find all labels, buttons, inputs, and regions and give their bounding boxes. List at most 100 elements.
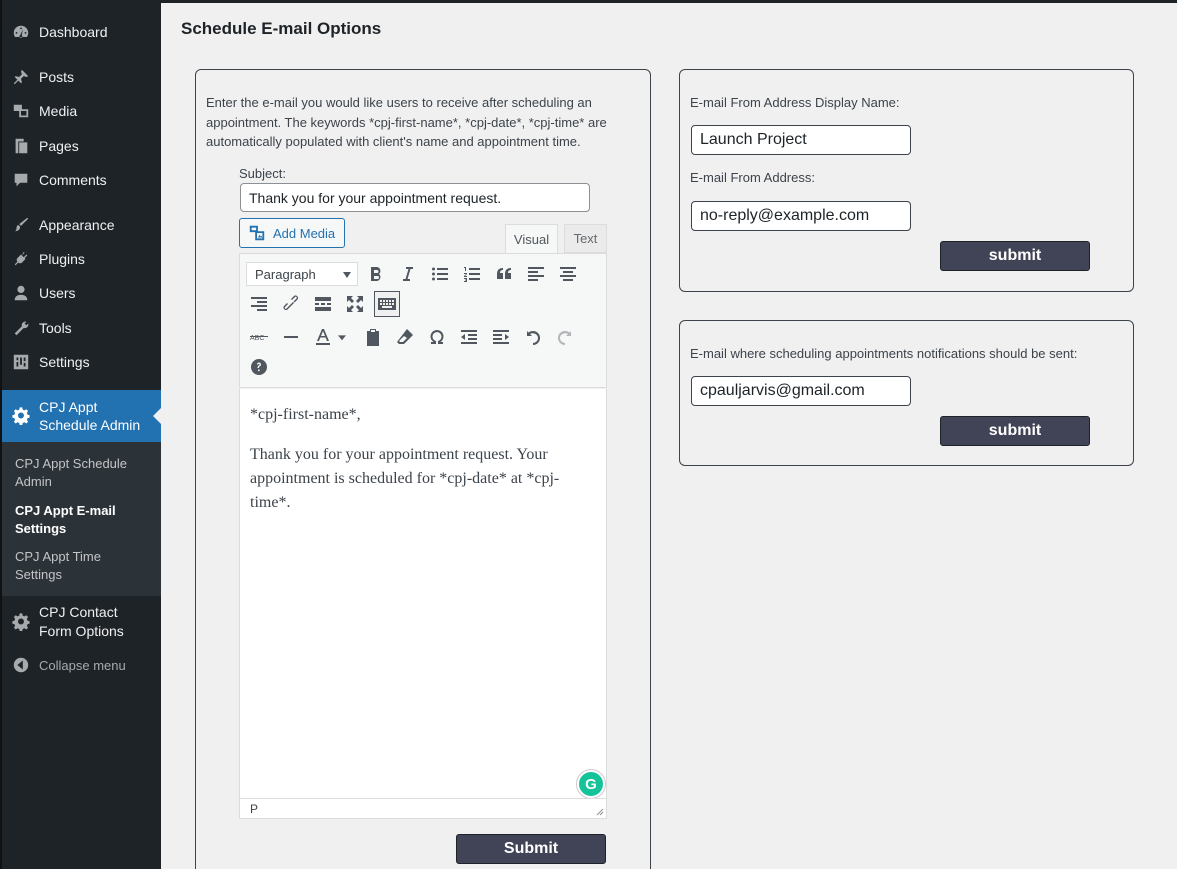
- blockquote-button[interactable]: [491, 261, 517, 287]
- sidebar-item-plugins[interactable]: Plugins: [2, 242, 161, 276]
- from-address-submit-button[interactable]: submit: [940, 241, 1090, 271]
- numbered-list-button[interactable]: [459, 261, 485, 287]
- indent-button[interactable]: [488, 324, 514, 350]
- format-select-value: Paragraph: [255, 266, 316, 282]
- sidebar-item-comments[interactable]: Comments: [2, 163, 161, 197]
- submenu-label-line1: CPJ Appt Time: [15, 549, 101, 564]
- sidebar-item-dashboard[interactable]: Dashboard: [2, 15, 161, 49]
- keyboard-icon: [378, 298, 396, 310]
- element-path[interactable]: P: [250, 802, 258, 816]
- numbered-list-icon: [464, 267, 480, 282]
- editor-paragraph-body: Thank you for your appointment request. …: [250, 446, 560, 511]
- editor-paragraph-greeting: *cpj-first-name*,: [250, 406, 361, 423]
- insert-link-button[interactable]: [278, 291, 304, 317]
- editor-content[interactable]: *cpj-first-name*, Thank you for your app…: [239, 389, 607, 799]
- sidebar-item-label: Tools: [39, 320, 72, 336]
- redo-button[interactable]: [552, 324, 578, 350]
- subject-input[interactable]: [240, 183, 590, 212]
- page-title: Schedule E-mail Options: [181, 19, 382, 38]
- outdent-button[interactable]: [456, 324, 482, 350]
- plugin-icon: [12, 250, 30, 268]
- align-left-button[interactable]: [523, 261, 549, 287]
- paste-text-button[interactable]: [360, 324, 386, 350]
- sidebar-item-appearance[interactable]: Appearance: [2, 208, 161, 242]
- text-color-button[interactable]: [310, 324, 336, 350]
- notification-email-label: E-mail where scheduling appointments not…: [690, 346, 1078, 361]
- sidebar-item-tools[interactable]: Tools: [2, 311, 161, 345]
- sidebar-item-pages[interactable]: Pages: [2, 129, 161, 163]
- quote-icon: [497, 268, 511, 279]
- grammarly-button[interactable]: G: [577, 770, 605, 798]
- bold-button[interactable]: [363, 261, 389, 287]
- align-right-icon: [251, 297, 267, 311]
- undo-button[interactable]: [520, 324, 546, 350]
- clear-formatting-button[interactable]: [392, 324, 418, 350]
- submenu-item-schedule-admin[interactable]: CPJ Appt Schedule Admin: [15, 455, 155, 491]
- clipboard-icon: [367, 329, 379, 346]
- omega-icon: [430, 329, 444, 344]
- sidebar-item-cpj-appt-schedule-admin[interactable]: CPJ Appt Schedule Admin: [2, 390, 161, 442]
- strikethrough-button[interactable]: ABC: [246, 324, 272, 350]
- resize-handle-icon[interactable]: [596, 808, 604, 816]
- align-right-button[interactable]: [246, 291, 272, 317]
- text-color-icon: [316, 329, 330, 345]
- submenu-label-line2: Settings: [15, 567, 62, 582]
- collapse-menu-button[interactable]: Collapse menu: [2, 648, 161, 682]
- format-select[interactable]: Paragraph: [246, 262, 358, 286]
- undo-icon: [527, 331, 540, 345]
- horizontal-line-button[interactable]: [278, 324, 304, 350]
- sidebar-item-label-line1: CPJ Appt: [39, 399, 98, 415]
- from-address-label: E-mail From Address:: [690, 170, 815, 185]
- notification-email-submit-button[interactable]: submit: [940, 416, 1090, 446]
- sidebar-item-posts[interactable]: Posts: [2, 60, 161, 94]
- sidebar-item-label: Pages: [39, 138, 79, 154]
- gear-icon: [12, 407, 30, 425]
- sidebar-item-label: Users: [39, 285, 76, 301]
- strikethrough-icon: ABC: [250, 335, 268, 342]
- add-media-label: Add Media: [273, 225, 336, 241]
- email-intro-text: Enter the e-mail you would like users to…: [206, 93, 646, 152]
- sidebar-item-label: Dashboard: [39, 24, 108, 40]
- gear-icon: [12, 613, 30, 631]
- display-name-input[interactable]: [691, 125, 911, 155]
- fullscreen-button[interactable]: [342, 291, 368, 317]
- sidebar-item-settings[interactable]: Settings: [2, 345, 161, 379]
- sidebar-item-users[interactable]: Users: [2, 276, 161, 310]
- settings-sliders-icon: [12, 353, 30, 371]
- read-more-icon: [315, 297, 331, 311]
- collapse-arrow-icon: [12, 656, 30, 674]
- toolbar-toggle-button[interactable]: [374, 291, 400, 317]
- add-media-icon: [248, 224, 266, 242]
- email-template-submit-button[interactable]: Submit: [456, 834, 606, 864]
- link-icon: [283, 295, 298, 310]
- help-icon: [251, 359, 267, 375]
- sidebar-item-label: Plugins: [39, 251, 85, 267]
- italic-icon: [403, 267, 413, 281]
- grammarly-icon: G: [585, 775, 597, 793]
- bullet-list-button[interactable]: [427, 261, 453, 287]
- sidebar-submenu: CPJ Appt Schedule Admin CPJ Appt E-mail Se…: [2, 442, 161, 596]
- submenu-item-email-settings[interactable]: CPJ Appt E-mail Settings: [15, 502, 155, 538]
- sidebar-item-media[interactable]: Media: [2, 94, 161, 128]
- from-address-input[interactable]: [691, 201, 911, 231]
- italic-button[interactable]: [395, 261, 421, 287]
- sidebar-item-label: Media: [39, 103, 78, 119]
- submenu-item-time-settings[interactable]: CPJ Appt Time Settings: [15, 548, 155, 584]
- add-media-button[interactable]: Add Media: [239, 218, 345, 248]
- tab-text[interactable]: Text: [564, 224, 607, 253]
- tab-visual[interactable]: Visual: [505, 224, 558, 253]
- sidebar-item-label: Posts: [39, 69, 75, 85]
- chevron-down-icon: [338, 335, 346, 341]
- notification-email-input[interactable]: [691, 376, 911, 406]
- read-more-button[interactable]: [310, 291, 336, 317]
- special-character-button[interactable]: [424, 324, 450, 350]
- pages-icon: [12, 137, 30, 155]
- user-icon: [12, 284, 30, 302]
- editor-toolbar: Paragraph ABC: [239, 253, 607, 388]
- text-color-dropdown[interactable]: [334, 324, 350, 350]
- pin-icon: [12, 68, 30, 86]
- sidebar-item-cpj-contact-form[interactable]: CPJ Contact Form Options: [2, 603, 161, 641]
- fullscreen-icon: [347, 296, 363, 312]
- align-center-button[interactable]: [555, 261, 581, 287]
- keyboard-shortcuts-button[interactable]: [246, 354, 272, 380]
